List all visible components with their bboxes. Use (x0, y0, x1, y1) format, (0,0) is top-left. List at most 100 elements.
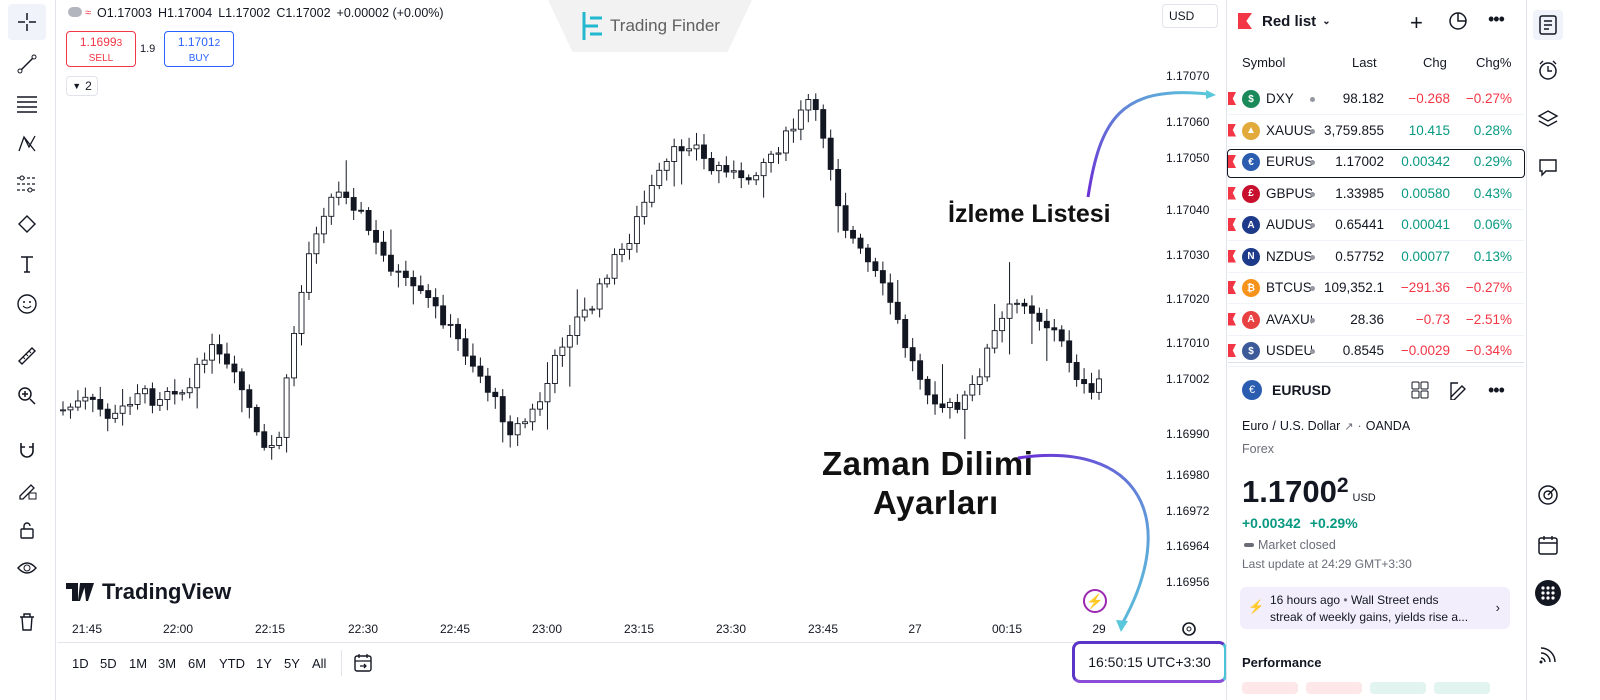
watchlist-row[interactable]: £ GBPUSD 1.33985 0.00580 0.43% (1228, 179, 1524, 210)
candle (89, 393, 96, 413)
header-chg-percent[interactable]: Chg% (1476, 55, 1511, 70)
candle-body (231, 363, 238, 373)
detail-more-icon[interactable]: ••• (1488, 380, 1505, 401)
period-button-1y[interactable]: 1Y (256, 656, 272, 671)
pattern-icon[interactable] (8, 126, 46, 162)
watchlist-row[interactable]: A AVAXUSD 28.36 −0.73 −2.51% (1228, 305, 1524, 336)
red-flag-icon[interactable] (1228, 186, 1236, 200)
watchlist-row[interactable]: N NZDUSD 0.57752 0.00077 0.13% (1228, 242, 1524, 273)
prediction-icon[interactable] (8, 166, 46, 202)
period-button-5d[interactable]: 5D (100, 656, 117, 671)
edit-note-icon[interactable] (1448, 380, 1468, 405)
header-last[interactable]: Last (1352, 55, 1377, 70)
watchlist-row[interactable]: $ DXY 98.182 −0.268 −0.27% (1228, 84, 1524, 115)
red-flag-icon[interactable] (1228, 312, 1236, 326)
period-button-1m[interactable]: 1M (129, 656, 147, 671)
broadcast-icon[interactable] (1533, 640, 1563, 670)
external-link-icon[interactable]: ↗ (1344, 420, 1353, 433)
chat-icon[interactable] (1533, 152, 1563, 182)
sell-button[interactable]: 1.16993 SELL (66, 31, 136, 67)
candle (551, 349, 558, 394)
add-symbol-icon[interactable]: + (1410, 10, 1423, 36)
watchlist-row[interactable]: ▲ XAUUSD 3,759.855 10.415 0.28% (1228, 116, 1524, 147)
red-flag-icon[interactable] (1228, 123, 1236, 137)
detail-name2[interactable]: U.S. Dollar (1280, 419, 1340, 433)
advanced-view-icon[interactable] (1448, 11, 1468, 36)
layers-icon[interactable] (1533, 104, 1563, 134)
header-symbol[interactable]: Symbol (1242, 55, 1285, 70)
candle (850, 225, 856, 244)
buy-button[interactable]: 1.17012 BUY (164, 31, 234, 67)
apps-grid-icon[interactable] (1533, 578, 1563, 608)
candle (276, 431, 283, 450)
candle (619, 243, 625, 263)
news-headline-card[interactable]: ⚡ 16 hours ago • Wall Street ends streak… (1240, 587, 1510, 629)
period-button-3m[interactable]: 3M (158, 656, 176, 671)
fib-levels-icon[interactable] (8, 86, 46, 122)
header-chg[interactable]: Chg (1423, 55, 1447, 70)
candle (1073, 354, 1080, 387)
ruler-icon[interactable] (8, 338, 46, 374)
chevron-down-icon: ⌄ (1322, 16, 1331, 27)
red-flag-icon[interactable] (1228, 281, 1236, 294)
watchlist-title-dropdown[interactable]: Red list ⌄ (1262, 13, 1331, 30)
lock-icon[interactable] (8, 512, 46, 548)
watchlist-row[interactable]: ₿ BTCUSD 109,352.1 −291.36 −0.27% (1228, 273, 1524, 304)
trend-line-icon[interactable] (8, 46, 46, 82)
goto-date-icon[interactable] (352, 652, 374, 679)
candle-body (417, 285, 424, 292)
indicators-collapse-button[interactable]: ▼ 2 (66, 76, 98, 96)
chart-settings-gear-icon[interactable] (1180, 620, 1198, 643)
period-button-1d[interactable]: 1D (72, 656, 89, 671)
eye-icon[interactable] (8, 550, 46, 586)
right-widget-bar (1526, 0, 1566, 700)
candle-body (216, 344, 223, 355)
ohlc-change: +0.00002 (+0.00%) (336, 6, 444, 20)
crosshair-icon[interactable] (8, 4, 46, 40)
period-button-ytd[interactable]: YTD (219, 656, 245, 671)
detail-symbol[interactable]: EURUSD (1272, 382, 1331, 398)
period-button-all[interactable]: All (312, 656, 326, 671)
red-flag-icon[interactable] (1228, 344, 1236, 357)
text-icon[interactable] (8, 246, 46, 282)
target-icon[interactable] (1533, 480, 1563, 510)
detail-category[interactable]: Forex (1242, 442, 1274, 456)
detail-name: Euro (1242, 419, 1269, 433)
period-button-6m[interactable]: 6M (188, 656, 206, 671)
watchlist-icon[interactable] (1533, 10, 1563, 40)
lightning-icon[interactable]: ⚡ (1083, 589, 1107, 613)
red-flag-icon[interactable] (1228, 218, 1236, 231)
zoom-in-icon[interactable] (8, 378, 46, 414)
candle-body (425, 290, 432, 299)
candle (589, 305, 596, 315)
candle-body (373, 229, 379, 243)
currency-select[interactable]: USD (1162, 4, 1218, 28)
candle-body (551, 354, 558, 384)
time-tick-label: 23:45 (807, 622, 839, 636)
geometric-shapes-icon[interactable] (8, 206, 46, 242)
watchlist-row[interactable]: A AUDUSD 0.65441 0.00041 0.06% (1228, 210, 1524, 241)
lock-drawing-icon[interactable] (8, 472, 46, 508)
alarm-clock-icon[interactable] (1533, 55, 1563, 85)
candle (387, 229, 394, 276)
grid-view-icon[interactable] (1410, 380, 1430, 405)
candle-body (932, 394, 938, 405)
red-flag-icon[interactable] (1228, 92, 1236, 105)
row-last: 0.57752 (1335, 248, 1384, 264)
timezone-clock-button[interactable]: 16:50:15 UTC+3:30 (1072, 641, 1227, 683)
magnet-icon[interactable] (8, 432, 46, 468)
calendar-icon[interactable] (1533, 530, 1563, 560)
candle (179, 389, 186, 401)
detail-broker[interactable]: OANDA (1366, 419, 1410, 433)
candle-body (589, 308, 596, 311)
candle (283, 374, 290, 453)
candle (864, 244, 871, 272)
trash-icon[interactable] (8, 604, 46, 640)
red-flag-icon[interactable] (1228, 249, 1236, 263)
row-chg: 10.415 (1408, 122, 1450, 138)
row-chg-percent: 0.13% (1473, 248, 1512, 264)
candle (455, 318, 461, 351)
more-options-icon[interactable]: ••• (1488, 9, 1505, 30)
period-button-5y[interactable]: 5Y (284, 656, 300, 671)
emoji-icon[interactable] (8, 286, 46, 322)
